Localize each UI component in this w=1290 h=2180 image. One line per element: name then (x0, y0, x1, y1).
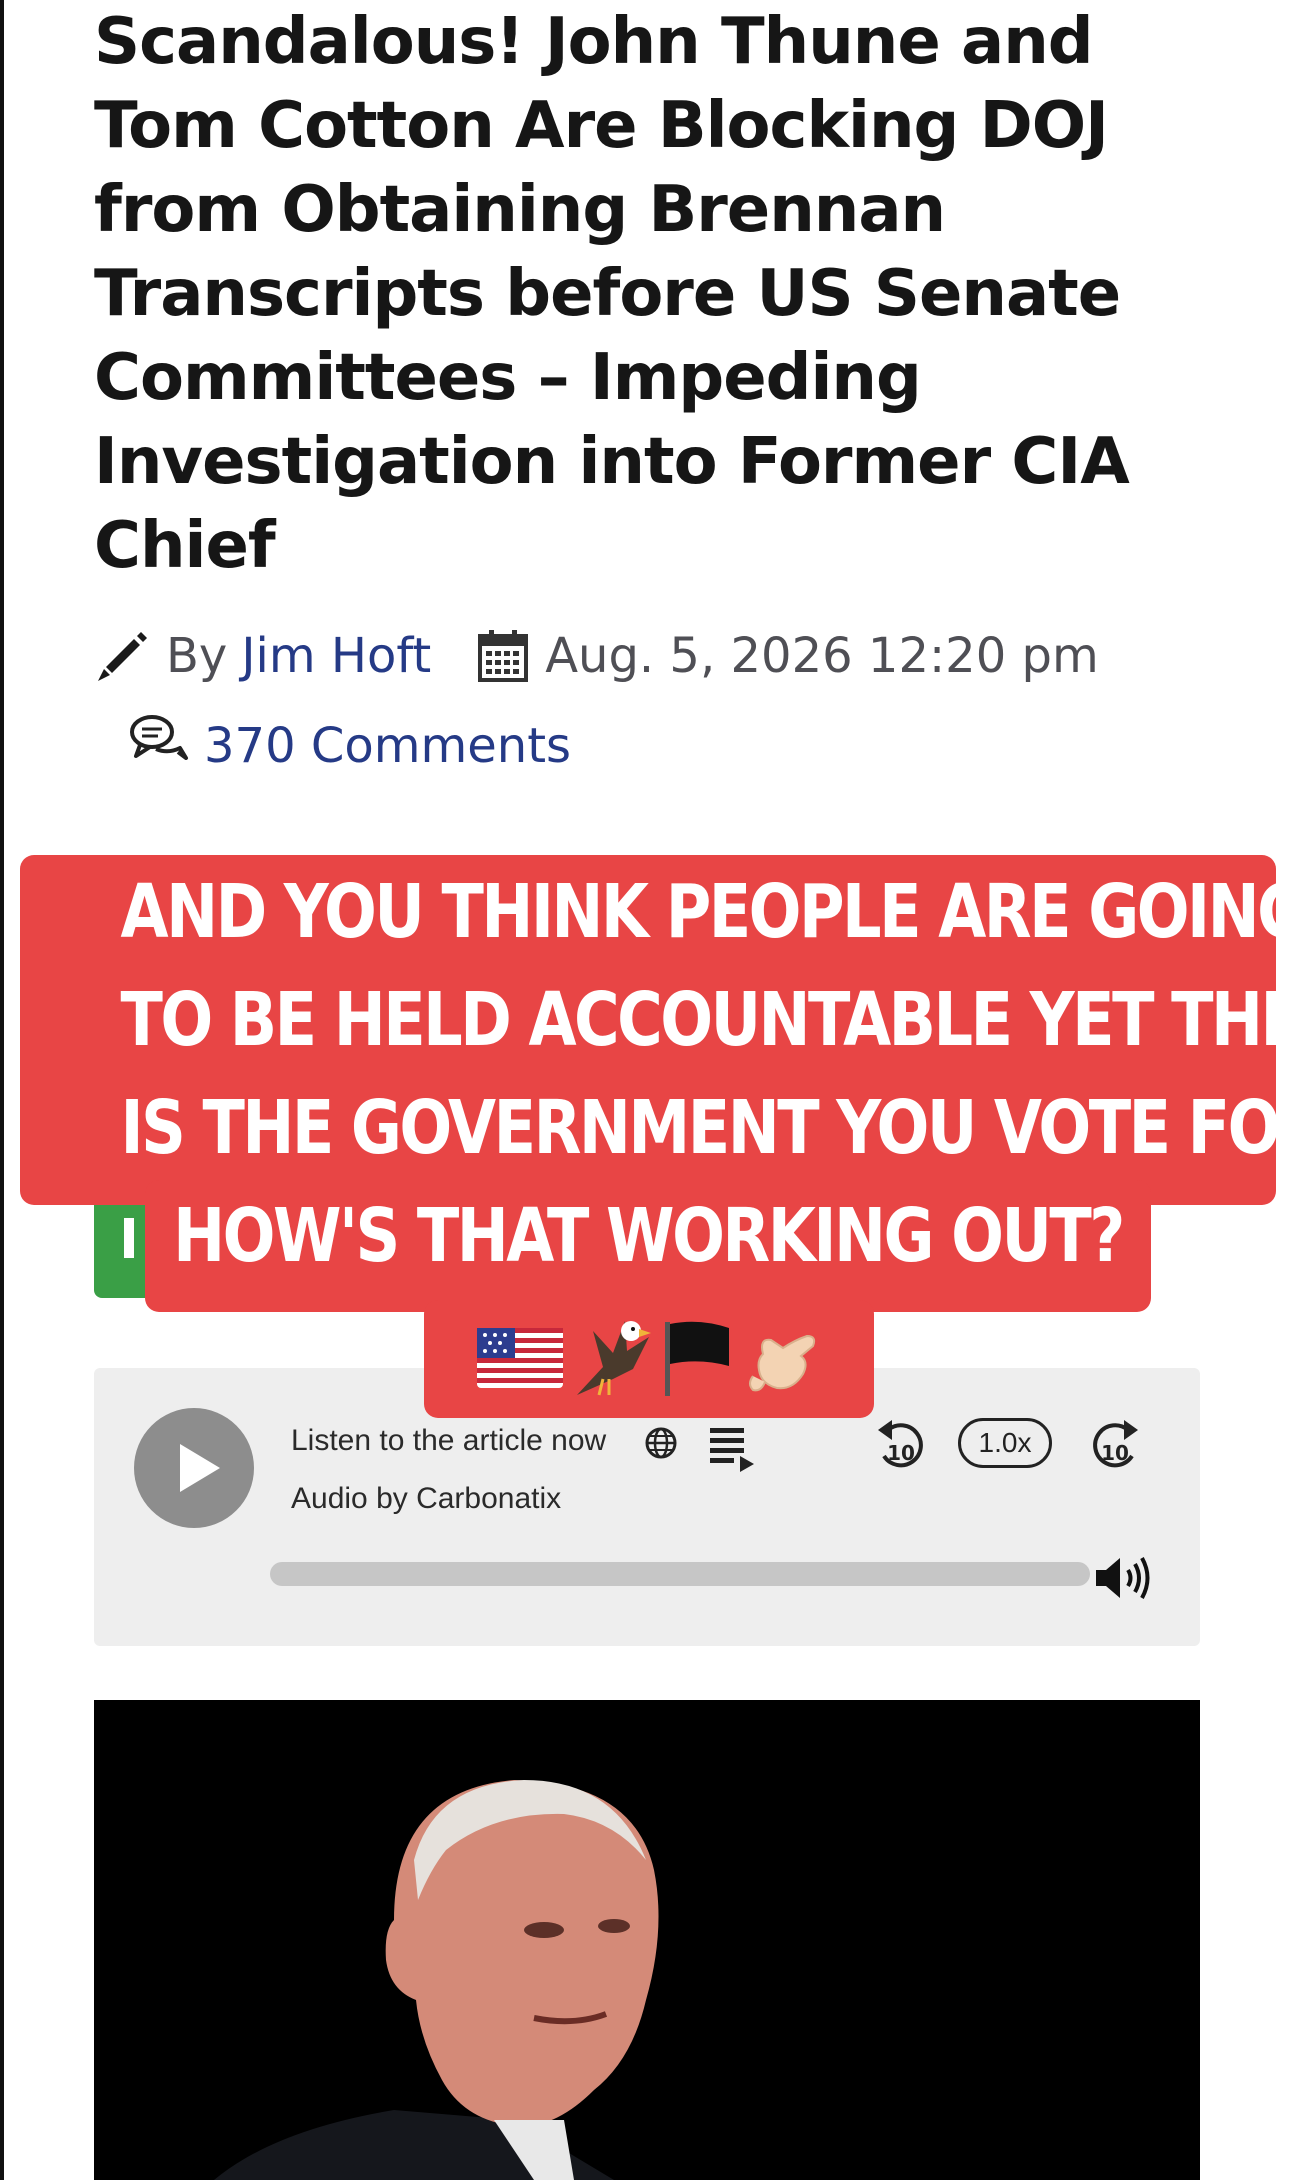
overlay-emojis (460, 1308, 840, 1408)
title-line: Chief (94, 509, 276, 583)
us-flag-icon (477, 1328, 563, 1388)
pencil-icon (94, 627, 152, 685)
calendar-icon (477, 628, 529, 684)
rewind-10-icon[interactable]: 10 (872, 1416, 930, 1479)
title-line: Committees – Impeding (94, 341, 922, 415)
svg-text:10: 10 (887, 1441, 915, 1465)
audio-progress-bar[interactable] (270, 1562, 1090, 1586)
play-icon (180, 1444, 220, 1492)
byline-prefix: By (166, 628, 228, 684)
black-flag-icon (663, 1318, 733, 1398)
audio-provider-label: Audio by Carbonatix (291, 1482, 562, 1515)
title-line: Investigation into Former CIA (94, 425, 1130, 499)
title-line: Tom Cotton Are Blocking DOJ (94, 89, 1109, 163)
volume-icon[interactable] (1092, 1552, 1154, 1609)
page-left-border (0, 0, 4, 2180)
overlay-caption: AND YOU THINK PEOPLE ARE GOING TO BE HEL… (120, 858, 1290, 1290)
article-byline: By Jim Hoft Aug. 5, 2026 12:20 pm (94, 622, 1099, 690)
article-title: Scandalous! John Thune and Tom Cotton Ar… (94, 0, 1214, 588)
svg-text:10: 10 (1101, 1441, 1129, 1465)
eagle-icon (573, 1317, 653, 1399)
title-line: Transcripts before US Senate (94, 257, 1121, 331)
title-line: Scandalous! John Thune and (94, 5, 1094, 79)
overlay-caption-line: AND YOU THINK PEOPLE ARE GOING (120, 869, 1290, 955)
playlist-icon[interactable] (708, 1424, 760, 1481)
chat-bubbles-icon (128, 712, 190, 780)
article-featured-image (94, 1700, 1200, 2180)
forward-10-icon[interactable]: 10 (1086, 1416, 1144, 1479)
overlay-caption-line: TO BE HELD ACCOUNTABLE YET THIS (120, 977, 1290, 1063)
listen-label: Listen to the article now (291, 1424, 607, 1457)
overlay-caption-line: HOW'S THAT WORKING OUT? (173, 1193, 1125, 1279)
comments-count: 370 Comments (204, 718, 572, 774)
comments-link[interactable]: 370 Comments (128, 712, 571, 780)
play-button[interactable] (134, 1408, 254, 1528)
globe-icon[interactable] (644, 1426, 678, 1465)
title-line: from Obtaining Brennan (94, 173, 946, 247)
playback-speed-button[interactable]: 1.0x (958, 1418, 1052, 1468)
overlay-caption-line: IS THE GOVERNMENT YOU VOTE FOR! (120, 1085, 1290, 1171)
publish-date: Aug. 5, 2026 12:20 pm (545, 628, 1099, 684)
call-me-hand-icon (743, 1318, 823, 1398)
author-link[interactable]: Jim Hoft (241, 628, 431, 684)
